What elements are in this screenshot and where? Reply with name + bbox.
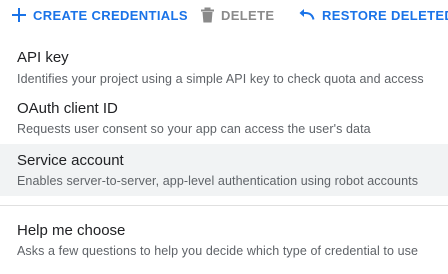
delete-button[interactable]: DELETE <box>201 4 274 26</box>
trash-icon <box>201 7 214 23</box>
menu-item-api-key[interactable]: API key Identifies your project using a … <box>0 38 448 92</box>
menu-item-title: Service account <box>17 152 124 169</box>
undo-icon <box>299 9 315 21</box>
menu-item-title: Help me choose <box>17 222 126 239</box>
menu-item-help-me-choose[interactable]: Help me choose Asks a few questions to h… <box>0 210 448 268</box>
menu-item-description: Requests user consent so your app can ac… <box>17 122 371 136</box>
credentials-page: CREATE CREDENTIALS DELETE RESTORE DELETE… <box>0 0 448 274</box>
create-credentials-button[interactable]: CREATE CREDENTIALS <box>12 4 188 26</box>
create-credentials-menu: API key Identifies your project using a … <box>0 34 448 274</box>
menu-item-description: Asks a few questions to help you decide … <box>17 244 419 258</box>
create-credentials-label: CREATE CREDENTIALS <box>33 7 188 23</box>
plus-icon <box>12 8 26 22</box>
delete-label: DELETE <box>221 7 275 23</box>
menu-divider <box>0 205 448 206</box>
restore-deleted-credentials-button[interactable]: RESTORE DELETED CR <box>299 4 448 26</box>
credentials-toolbar: CREATE CREDENTIALS DELETE RESTORE DELETE… <box>0 0 448 32</box>
menu-item-service-account[interactable]: Service account Enables server-to-server… <box>0 144 448 196</box>
menu-item-title: OAuth client ID <box>17 100 118 117</box>
restore-deleted-label: RESTORE DELETED CR <box>322 7 448 23</box>
menu-item-description: Identifies your project using a simple A… <box>17 72 424 86</box>
menu-item-title: API key <box>17 49 69 66</box>
menu-item-description: Enables server-to-server, app-level auth… <box>17 174 419 188</box>
menu-item-oauth-client-id[interactable]: OAuth client ID Requests user consent so… <box>0 92 448 144</box>
